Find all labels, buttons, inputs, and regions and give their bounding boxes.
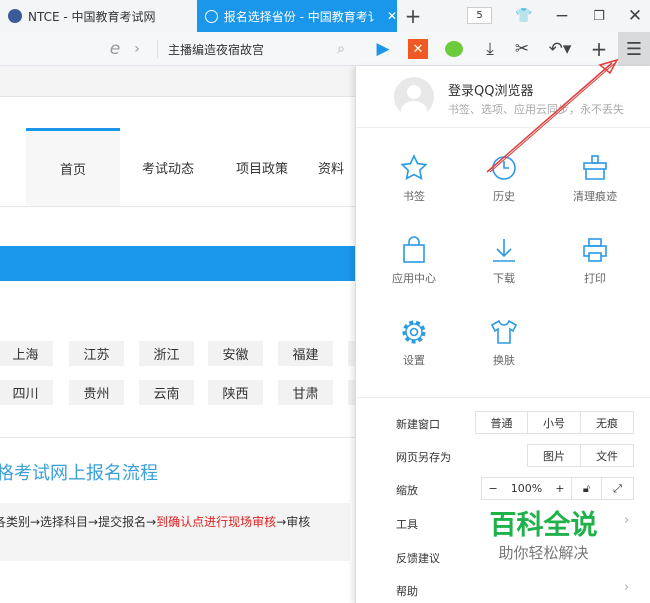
red-arrow-annotation bbox=[486, 58, 619, 173]
